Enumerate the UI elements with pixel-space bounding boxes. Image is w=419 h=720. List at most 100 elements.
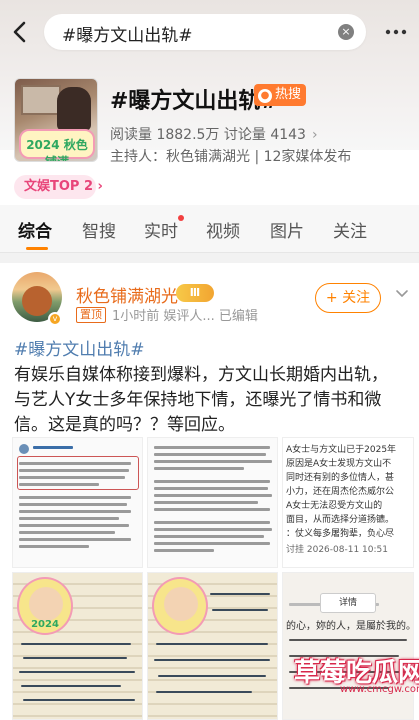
image-caption-1: A女士与方文山已于2025年 [286, 445, 397, 455]
image-caption-5: A女士无法忍受方文山的 [286, 501, 383, 511]
image-caption-6: 面目，从而选择分道扬镳。 [286, 515, 395, 525]
post-image-2[interactable] [147, 437, 278, 568]
clear-search-button[interactable]: × [338, 24, 354, 40]
text-line-graphic [19, 545, 89, 548]
image-caption-2: 原因是A女士发现方文山不 [286, 459, 392, 469]
handwriting-graphic [19, 671, 135, 673]
text-line-graphic [154, 521, 270, 524]
avatar-scenery-graphic [22, 286, 52, 316]
tab-video[interactable]: 视频 [206, 217, 240, 242]
crown-level-badge[interactable]: Ⅲ [176, 284, 214, 302]
section-separator [0, 253, 419, 263]
flame-icon: ● [258, 89, 272, 103]
handwriting-graphic [23, 657, 127, 659]
text-line-graphic [154, 501, 258, 504]
notification-dot [178, 215, 184, 221]
hot-badge-label: 热搜 [275, 87, 302, 102]
text-line-graphic [19, 483, 99, 486]
tab-smart-search[interactable]: 智搜 [82, 217, 116, 242]
search-query-text: #曝方文山出轨# [62, 26, 193, 46]
post-image-4[interactable]: 2024 [12, 572, 143, 720]
handwriting-graphic [23, 699, 135, 701]
details-button[interactable]: 详情 [320, 593, 376, 613]
text-line-graphic [19, 524, 129, 527]
sticker-face-graphic [29, 587, 63, 621]
note-bottom-caption: 的心，妳的人，是屬於我的。妳的 [286, 621, 414, 632]
topic-stats-text: 阅读量 1882.5万 讨论量 4143 [110, 127, 306, 143]
tab-images[interactable]: 图片 [270, 217, 304, 242]
handwriting-graphic [21, 685, 121, 687]
thumbnail-frame-graphic [21, 85, 61, 115]
post-image-3[interactable]: A女士与方文山已于2025年 原因是A女士发现方文山不 同时还有别的多位情人，甚… [282, 437, 414, 568]
mini-avatar-graphic [19, 444, 29, 454]
more-dots-icon [385, 29, 407, 35]
tab-comprehensive[interactable]: 综合 [18, 217, 52, 242]
pinned-tag: 置顶 [76, 307, 106, 323]
image-caption-7: ：仗义每多屠狗辈，负心尽 [286, 529, 395, 539]
image-caption-8: 讨挂 2026-08-11 10:51 [286, 545, 388, 555]
post-text-line-1: 有娱乐自媒体称接到爆料，方文山长期婚内出轨， [14, 365, 388, 385]
handwriting-graphic [212, 609, 268, 611]
thumbnail-badge-text: 2024 秋色铺满 [26, 138, 88, 162]
chevron-down-icon [396, 290, 408, 297]
text-line-graphic [33, 446, 73, 449]
post-hashtag-link[interactable]: #曝方文山出轨# [14, 335, 145, 360]
handwriting-graphic [289, 639, 407, 641]
topic-stats[interactable]: 阅读量 1882.5万 讨论量 4143 › [110, 124, 318, 144]
post-text-line-3: 信。这是真的吗？？等回应。 [14, 415, 235, 435]
post-image-1[interactable] [12, 437, 143, 568]
follow-button[interactable]: + 关注 [315, 283, 381, 313]
active-tab-indicator [26, 247, 48, 250]
text-line-graphic [19, 503, 127, 506]
more-options-button[interactable] [383, 20, 409, 44]
chevron-right-icon: › [311, 127, 318, 143]
text-line-graphic [154, 549, 214, 552]
text-line-graphic [19, 476, 125, 479]
post-image-5[interactable] [147, 572, 278, 720]
text-line-graphic [19, 531, 115, 534]
search-input[interactable]: #曝方文山出轨# × [44, 14, 366, 50]
text-line-graphic [154, 528, 272, 531]
watermark-url: www.cmcgw.com [340, 684, 419, 695]
post-meta: 1小时前 娱评人... 已编辑 [112, 309, 258, 324]
sticker-text: 2024 [31, 619, 59, 630]
text-line-graphic [154, 480, 270, 483]
tab-following[interactable]: 关注 [333, 217, 367, 242]
sticker-graphic [152, 577, 208, 635]
author-name[interactable]: 秋色铺满湖光 [76, 282, 178, 307]
post-menu-button[interactable] [392, 284, 412, 304]
image-caption-4: 小力，还在周杰伦杰威尔公 [286, 487, 395, 497]
top-bar: #曝方文山出轨# × [0, 12, 419, 52]
tab-bar: 综合 智搜 实时 视频 图片 关注 [0, 205, 419, 253]
hot-badge: ● 热搜 [254, 84, 307, 106]
topic-thumbnail[interactable]: 2024 秋色铺满 [14, 78, 98, 162]
handwriting-graphic [156, 643, 268, 645]
sticker-graphic: 2024 [17, 577, 73, 635]
handwriting-graphic [158, 675, 266, 677]
text-line-graphic [154, 453, 266, 456]
text-line-graphic [19, 538, 131, 541]
handwriting-graphic [154, 659, 270, 661]
chevron-left-icon [13, 21, 26, 43]
text-line-graphic [154, 535, 264, 538]
text-line-graphic [154, 508, 270, 511]
text-line-graphic [154, 494, 272, 497]
text-line-graphic [154, 542, 270, 545]
text-line-graphic [19, 496, 131, 499]
tab-realtime[interactable]: 实时 [144, 217, 178, 242]
text-line-graphic [154, 460, 272, 463]
watermark: 草莓吃瓜网 www.cmcgw.com [294, 652, 419, 698]
handwriting-graphic [156, 691, 252, 693]
thumbnail-person-graphic [57, 87, 91, 131]
text-line-graphic [19, 469, 129, 472]
handwriting-graphic [21, 643, 131, 645]
image-caption-3: 同时还有别的多位情人，甚 [286, 473, 395, 483]
text-line-graphic [19, 462, 131, 465]
back-button[interactable] [8, 18, 34, 46]
post-text-line-2: 与艺人Y女士多年保持地下情，还曝光了情书和微 [14, 390, 382, 410]
text-line-graphic [19, 517, 119, 520]
text-line-graphic [154, 487, 268, 490]
sticker-face-graphic [164, 587, 198, 621]
topic-host: 主持人：秋色铺满湖光 | 12家媒体发布 [110, 149, 352, 165]
rank-badge[interactable]: 文娱TOP 2 › [14, 175, 103, 199]
